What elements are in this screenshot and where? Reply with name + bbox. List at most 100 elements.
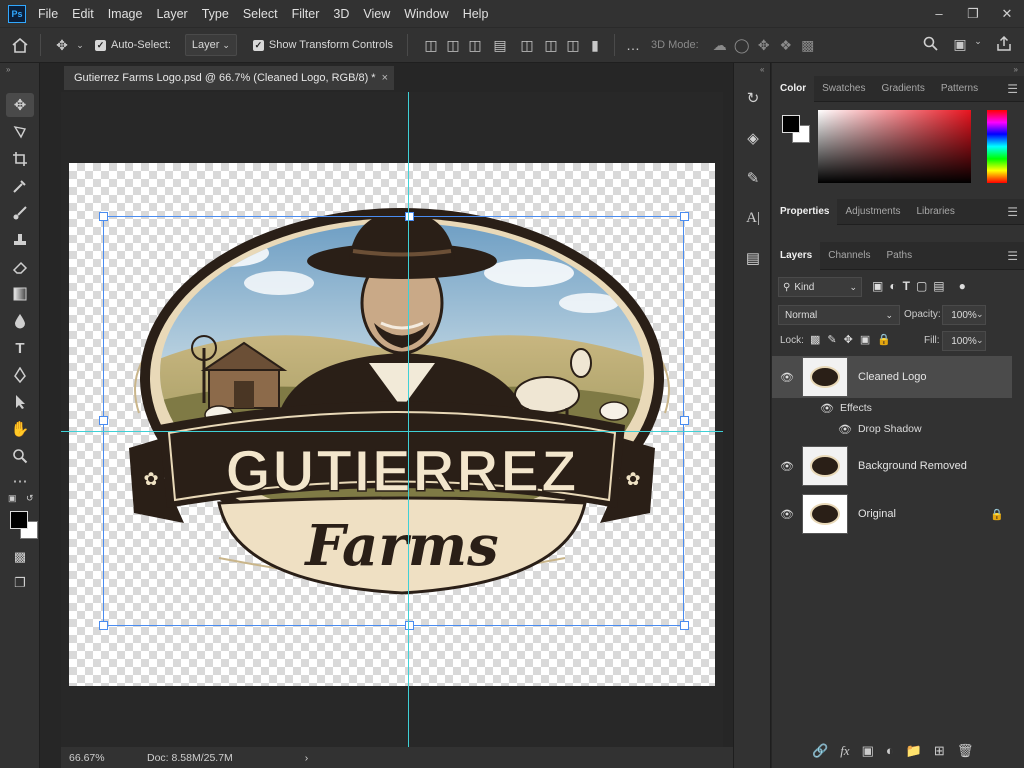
hand-tool-icon[interactable]: ✋: [6, 417, 34, 441]
collapse-icon[interactable]: »: [6, 65, 10, 74]
character-panel-icon[interactable]: A|: [740, 205, 766, 231]
share-icon[interactable]: [994, 36, 1014, 51]
workspace-icon[interactable]: ▣: [950, 36, 970, 53]
transform-bounding-box[interactable]: [103, 216, 684, 626]
shape-filter-icon[interactable]: ▢: [916, 279, 927, 293]
adjustment-layer-icon[interactable]: ◐: [886, 743, 894, 759]
new-layer-icon[interactable]: ⊞: [934, 743, 945, 759]
add-mask-icon[interactable]: ▣: [862, 743, 874, 759]
lock-transparency-icon[interactable]: ▩: [810, 333, 820, 346]
new-group-icon[interactable]: 📁: [906, 743, 922, 759]
collapse-icon[interactable]: «: [760, 65, 764, 74]
align-center-icon[interactable]: ◫: [442, 37, 464, 54]
vertical-guide[interactable]: [408, 92, 409, 747]
document-tab[interactable]: Gutierrez Farms Logo.psd @ 66.7% (Cleane…: [64, 66, 394, 90]
filter-toggle-icon[interactable]: ●: [959, 279, 966, 293]
brush-settings-icon[interactable]: ✎: [740, 165, 766, 191]
visibility-eye-icon[interactable]: 👁: [772, 508, 802, 521]
lasso-tool-icon[interactable]: [6, 120, 34, 144]
panel-menu-icon[interactable]: ☰: [1007, 82, 1018, 96]
close-tab-icon[interactable]: ×: [382, 72, 388, 84]
path-selection-tool-icon[interactable]: [6, 390, 34, 414]
default-colors-icon[interactable]: ▣: [8, 493, 17, 504]
image-filter-icon[interactable]: ▣: [872, 279, 883, 293]
menu-edit[interactable]: Edit: [72, 7, 94, 21]
screen-mode-icon[interactable]: ❐: [6, 571, 34, 595]
brush-tool-icon[interactable]: [6, 201, 34, 225]
lock-artboard-icon[interactable]: ▣: [860, 333, 870, 346]
canvas[interactable]: ✿ ✿ GUTIERREZ Farms: [69, 163, 715, 686]
distribute-icon[interactable]: ▤: [486, 37, 514, 54]
tab-paths[interactable]: Paths: [879, 243, 921, 269]
transform-handle[interactable]: [99, 416, 108, 425]
layer-row-cleaned-logo[interactable]: 👁 Cleaned Logo: [772, 356, 1012, 398]
auto-select-dropdown[interactable]: Layer ⌄: [184, 34, 237, 56]
tab-patterns[interactable]: Patterns: [933, 76, 986, 102]
menu-window[interactable]: Window: [404, 7, 448, 21]
layer-style-icon[interactable]: fx: [840, 743, 849, 759]
chevron-down-icon[interactable]: ⌄: [73, 40, 87, 51]
menu-select[interactable]: Select: [243, 7, 278, 21]
pan-3d-icon[interactable]: ✥: [753, 37, 775, 54]
delete-layer-icon[interactable]: 🗑: [957, 743, 974, 759]
menu-image[interactable]: Image: [108, 7, 143, 21]
link-layers-icon[interactable]: 🔗: [812, 743, 828, 759]
move-tool-icon[interactable]: ✥: [51, 37, 73, 54]
chevron-down-icon[interactable]: ⌄: [976, 335, 984, 346]
pen-tool-icon[interactable]: [6, 363, 34, 387]
effects-row[interactable]: 👁 Effects: [772, 398, 1012, 418]
home-icon[interactable]: [0, 37, 40, 53]
minimize-icon[interactable]: –: [922, 0, 956, 27]
lock-all-icon[interactable]: 🔒: [877, 333, 891, 346]
quick-mask-icon[interactable]: ▩: [6, 545, 34, 569]
transform-handle[interactable]: [680, 416, 689, 425]
tab-channels[interactable]: Channels: [820, 243, 878, 269]
tab-properties[interactable]: Properties: [772, 198, 838, 225]
menu-type[interactable]: Type: [202, 7, 229, 21]
smart-object-filter-icon[interactable]: ▤: [933, 279, 944, 293]
tab-gradients[interactable]: Gradients: [873, 76, 932, 102]
panel-menu-icon[interactable]: ☰: [1007, 249, 1018, 263]
paragraph-panel-icon[interactable]: ▤: [740, 245, 766, 271]
align-top-icon[interactable]: ◫: [514, 37, 540, 54]
adjustments-panel-icon[interactable]: ◈: [740, 125, 766, 151]
transform-handle[interactable]: [99, 212, 108, 221]
scale-3d-icon[interactable]: ▩: [797, 37, 819, 54]
transform-controls-checkbox[interactable]: ✓ Show Transform Controls: [252, 39, 393, 51]
blur-tool-icon[interactable]: [6, 309, 34, 333]
move-tool-icon[interactable]: ✥: [6, 93, 34, 117]
transform-handle[interactable]: [405, 621, 414, 630]
gradient-tool-icon[interactable]: [6, 282, 34, 306]
lock-position-icon[interactable]: ✥: [844, 333, 853, 346]
effect-drop-shadow-row[interactable]: 👁 Drop Shadow: [772, 418, 1012, 440]
search-icon[interactable]: [920, 36, 940, 51]
stamp-tool-icon[interactable]: [6, 228, 34, 252]
color-picker-field[interactable]: [818, 110, 971, 183]
align-bottom-icon[interactable]: ◫: [562, 37, 584, 54]
layer-filter-dropdown[interactable]: ⚲ Kind ⌄: [778, 277, 862, 297]
adjustment-filter-icon[interactable]: ◐: [889, 279, 896, 293]
chevron-right-icon[interactable]: ›: [305, 752, 309, 764]
hue-slider[interactable]: [987, 110, 1007, 183]
tab-swatches[interactable]: Swatches: [814, 76, 873, 102]
menu-file[interactable]: File: [38, 7, 58, 21]
transform-handle[interactable]: [680, 212, 689, 221]
layer-row-background-removed[interactable]: 👁 Background Removed: [772, 445, 1012, 487]
tab-layers[interactable]: Layers: [772, 241, 821, 270]
menu-layer[interactable]: Layer: [156, 7, 187, 21]
type-tool-icon[interactable]: T: [6, 336, 34, 360]
visibility-eye-icon[interactable]: 👁: [838, 423, 852, 436]
transform-handle[interactable]: [405, 212, 414, 221]
menu-help[interactable]: Help: [463, 7, 489, 21]
orbit-3d-icon[interactable]: ☁: [709, 37, 731, 54]
menu-filter[interactable]: Filter: [292, 7, 320, 21]
visibility-eye-icon[interactable]: 👁: [772, 371, 802, 384]
menu-view[interactable]: View: [363, 7, 390, 21]
tab-adjustments[interactable]: Adjustments: [837, 199, 908, 225]
eyedropper-tool-icon[interactable]: [6, 174, 34, 198]
align-right-icon[interactable]: ◫: [464, 37, 486, 54]
collapse-icon[interactable]: »: [1014, 65, 1018, 74]
panel-menu-icon[interactable]: ☰: [1007, 205, 1018, 219]
align-left-icon[interactable]: ◫: [420, 37, 442, 54]
zoom-tool-icon[interactable]: [6, 444, 34, 468]
